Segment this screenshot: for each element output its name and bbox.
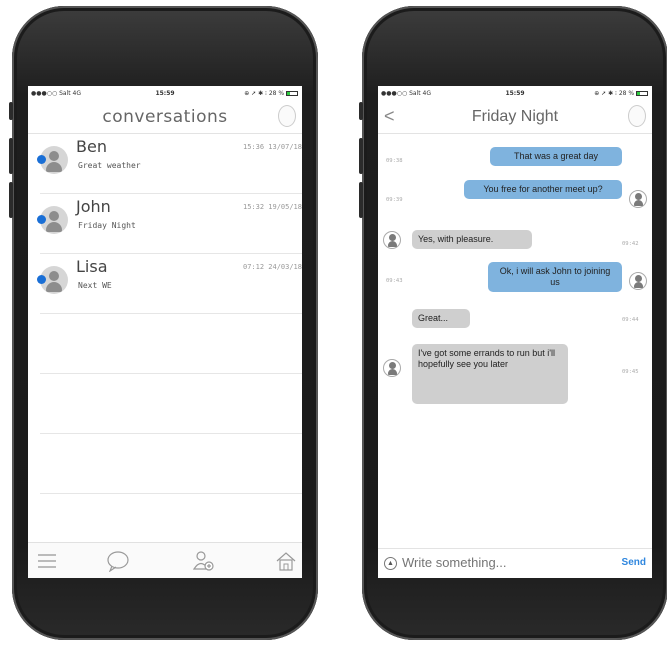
message-time: 09:45 xyxy=(622,369,639,375)
mute-switch xyxy=(359,102,363,120)
message-time: 09:39 xyxy=(386,197,403,203)
list-divider xyxy=(40,314,302,374)
list-divider xyxy=(40,374,302,434)
avatar xyxy=(37,146,68,174)
page-title: conversations xyxy=(102,107,228,127)
unread-dot-icon xyxy=(37,155,46,164)
status-bar: ●●●○○ Salt 4G 15:59 ⊕ ➚ ✱ ⁝ 28 % xyxy=(28,86,302,100)
conversation-timestamp: 15:32 19/05/18 xyxy=(242,203,302,211)
message-time: 09:44 xyxy=(622,317,639,323)
conversation-timestamp: 15:36 13/07/18 xyxy=(242,143,302,151)
chat-bubble-icon[interactable] xyxy=(106,550,130,573)
message-time: 09:42 xyxy=(622,241,639,247)
conversation-timestamp: 07:12 24/03/18 xyxy=(242,263,302,271)
status-icons: ⊕ ➚ ✱ ⁝ 28 % xyxy=(244,90,298,97)
conversations-header: conversations xyxy=(28,100,302,134)
tab-bar xyxy=(28,542,302,578)
conversations-screen: ●●●○○ Salt 4G 15:59 ⊕ ➚ ✱ ⁝ 28 % convers… xyxy=(28,86,302,578)
message-bubble-incoming: I've got some errands to run but i'll ho… xyxy=(412,344,568,404)
home-icon[interactable] xyxy=(274,550,298,572)
avatar xyxy=(37,206,68,234)
list-divider xyxy=(40,434,302,494)
send-button[interactable]: Send xyxy=(622,557,646,568)
carrier-label: ●●●○○ Salt 4G xyxy=(31,90,81,97)
message-time: 09:43 xyxy=(386,278,403,284)
conversation-list: Ben Great weather 15:36 13/07/18 John Fr… xyxy=(28,134,302,494)
clock: 15:59 xyxy=(155,90,175,97)
message-input[interactable] xyxy=(402,555,582,570)
profile-avatar-icon[interactable] xyxy=(628,105,646,127)
status-icons-text: ⊕ ➚ ✱ ⁝ 28 % xyxy=(594,90,635,97)
volume-down-button xyxy=(9,182,13,218)
status-icons-text: ⊕ ➚ ✱ ⁝ 28 % xyxy=(244,90,285,97)
profile-avatar-icon[interactable] xyxy=(278,105,296,127)
chat-screen: ●●●○○ Salt 4G 15:59 ⊕ ➚ ✱ ⁝ 28 % < Frida… xyxy=(378,86,652,578)
conversation-preview: Great weather xyxy=(78,161,141,170)
unread-dot-icon xyxy=(37,215,46,224)
message-bubble-outgoing: You free for another meet up? xyxy=(464,180,622,199)
mute-switch xyxy=(9,102,13,120)
conversation-item-lisa[interactable]: Lisa Next WE 07:12 24/03/18 xyxy=(37,254,302,314)
message-composer: ▲ Send xyxy=(378,548,652,578)
message-time: 09:38 xyxy=(386,158,403,164)
message-bubble-outgoing: That was a great day xyxy=(490,147,622,166)
message-bubble-outgoing: Ok, i will ask John to joining us xyxy=(488,262,622,292)
avatar xyxy=(37,266,68,294)
volume-up-button xyxy=(359,138,363,174)
conversation-item-john[interactable]: John Friday Night 15:32 19/05/18 xyxy=(37,194,302,254)
avatar-icon xyxy=(629,190,647,208)
conversation-preview: Next WE xyxy=(78,281,112,290)
phone-conversations: ●●●○○ Salt 4G 15:59 ⊕ ➚ ✱ ⁝ 28 % convers… xyxy=(9,6,318,640)
add-contact-icon[interactable] xyxy=(192,550,216,572)
chat-header: < Friday Night xyxy=(378,100,652,134)
message-bubble-incoming: Yes, with pleasure. xyxy=(412,230,532,249)
conversation-name: John xyxy=(76,197,111,216)
unread-dot-icon xyxy=(37,275,46,284)
clock: 15:59 xyxy=(505,90,525,97)
message-bubble-incoming: Great... xyxy=(412,309,470,328)
battery-icon xyxy=(286,91,298,96)
battery-icon xyxy=(636,91,648,96)
avatar-icon xyxy=(629,272,647,290)
conversation-preview: Friday Night xyxy=(78,221,136,230)
attachment-icon[interactable]: ▲ xyxy=(384,557,397,570)
page-title: Friday Night xyxy=(471,108,559,125)
conversation-name: Ben xyxy=(76,137,107,156)
volume-up-button xyxy=(9,138,13,174)
phone-chat: ●●●○○ Salt 4G 15:59 ⊕ ➚ ✱ ⁝ 28 % < Frida… xyxy=(359,6,667,640)
conversation-name: Lisa xyxy=(76,257,108,276)
status-bar: ●●●○○ Salt 4G 15:59 ⊕ ➚ ✱ ⁝ 28 % xyxy=(378,86,652,100)
volume-down-button xyxy=(359,182,363,218)
avatar-icon xyxy=(383,231,401,249)
carrier-label: ●●●○○ Salt 4G xyxy=(381,90,431,97)
avatar-icon xyxy=(383,359,401,377)
status-icons: ⊕ ➚ ✱ ⁝ 28 % xyxy=(594,90,648,97)
menu-icon[interactable] xyxy=(38,550,62,572)
conversation-item-ben[interactable]: Ben Great weather 15:36 13/07/18 xyxy=(37,134,302,194)
